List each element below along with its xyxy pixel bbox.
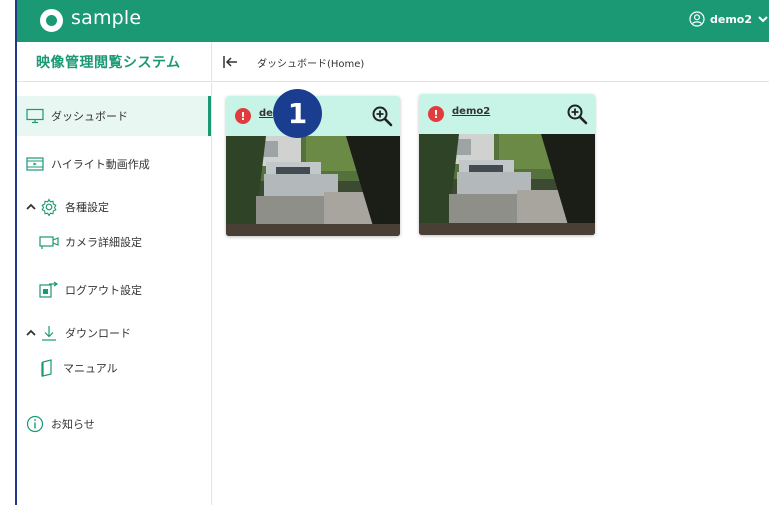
- zoom-in-icon[interactable]: [371, 105, 393, 127]
- logout-icon: [39, 280, 59, 300]
- sidebar-item-label: マニュアル: [63, 362, 118, 375]
- info-icon: [25, 414, 45, 434]
- user-name: demo2: [709, 12, 752, 26]
- camera-thumbnail[interactable]: [226, 136, 400, 236]
- sidebar-item-label: ハイライト動画作成: [51, 158, 150, 171]
- warning-icon: !: [235, 108, 251, 124]
- camera-name-link[interactable]: de: [259, 108, 273, 119]
- book-icon: [37, 358, 57, 378]
- title-divider: [211, 42, 212, 82]
- step-badge: 1: [273, 89, 322, 138]
- camera-card[interactable]: ! demo2: [419, 94, 595, 235]
- sidebar-item-manual[interactable]: マニュアル: [17, 348, 211, 388]
- sidebar-item-label: ダッシュボード: [51, 110, 128, 123]
- camera-icon: [39, 232, 59, 252]
- sidebar-item-settings[interactable]: 各種設定: [17, 187, 211, 227]
- logo-text: sample: [71, 7, 142, 29]
- user-icon: [689, 11, 705, 27]
- user-menu[interactable]: demo2: [689, 11, 769, 27]
- app-frame: sample demo2 映像管理閲覧システム ダッシュボード(Home) ダッ…: [0, 0, 769, 505]
- zoom-in-icon[interactable]: [566, 103, 588, 125]
- logo-icon: [40, 9, 63, 32]
- card-header: ! demo2: [419, 94, 595, 134]
- sidebar-item-label: カメラ詳細設定: [65, 236, 142, 249]
- warning-icon: !: [428, 106, 444, 122]
- camera-thumbnail[interactable]: [419, 134, 595, 235]
- sidebar-item-dashboard[interactable]: ダッシュボード: [17, 96, 211, 136]
- sidebar-item-label: 各種設定: [65, 201, 109, 214]
- collapse-sidebar-icon[interactable]: [221, 53, 239, 71]
- app-title: 映像管理閲覧システム: [36, 55, 181, 71]
- sidebar-item-logout-settings[interactable]: ログアウト設定: [17, 270, 211, 310]
- sidebar-item-label: ダウンロード: [65, 327, 131, 340]
- top-header: sample demo2: [17, 0, 769, 42]
- sidebar-item-notice[interactable]: お知らせ: [17, 404, 211, 444]
- sidebar-item-download[interactable]: ダウンロード: [17, 313, 211, 353]
- sidebar: ダッシュボード ハイライト動画作成 各種設定 カメラ詳細設定 ログアウト設定 ダ…: [17, 83, 212, 505]
- chevron-down-icon: [758, 16, 768, 23]
- breadcrumb: ダッシュボード(Home): [257, 59, 365, 70]
- title-row: 映像管理閲覧システム ダッシュボード(Home): [17, 42, 769, 82]
- film-icon: [25, 154, 45, 174]
- sidebar-item-highlight[interactable]: ハイライト動画作成: [17, 144, 211, 184]
- gear-icon: [39, 197, 59, 217]
- left-margin: [0, 0, 15, 505]
- camera-name-link[interactable]: demo2: [452, 106, 490, 117]
- chevron-up-icon: [26, 203, 36, 210]
- download-icon: [39, 323, 59, 343]
- monitor-icon: [25, 106, 45, 126]
- sidebar-item-label: お知らせ: [51, 418, 95, 431]
- chevron-up-icon: [26, 329, 36, 336]
- sidebar-item-camera-settings[interactable]: カメラ詳細設定: [17, 222, 211, 262]
- sidebar-item-label: ログアウト設定: [65, 284, 142, 297]
